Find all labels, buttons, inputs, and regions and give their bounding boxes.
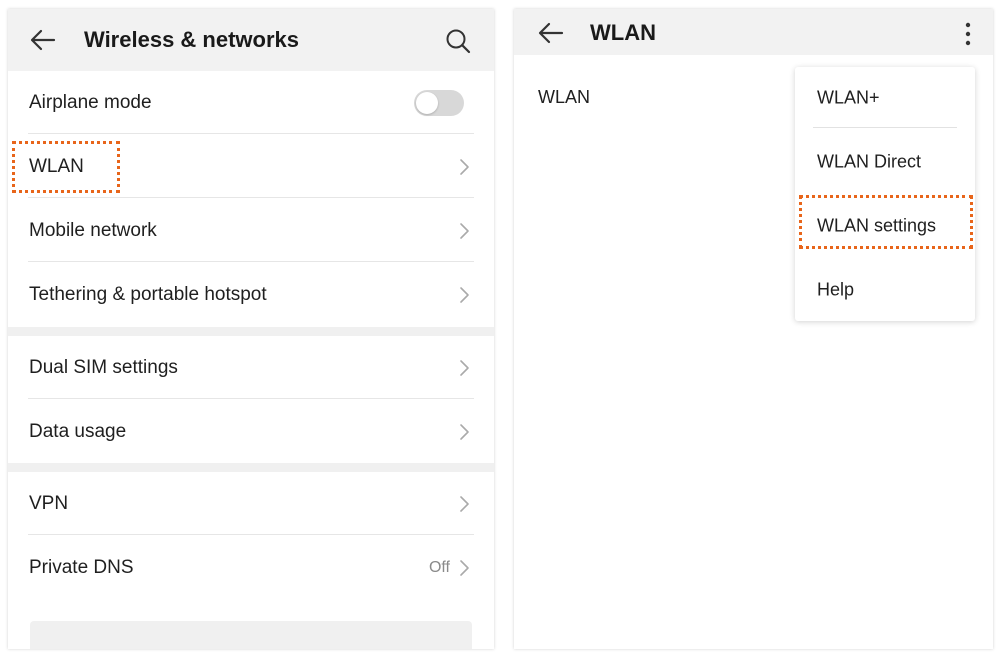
- airplane-mode-toggle[interactable]: [414, 89, 464, 116]
- section-separator: [8, 327, 494, 336]
- app-bar: WLAN: [514, 9, 993, 55]
- chevron-right-icon: [460, 495, 469, 512]
- settings-group-1: Airplane mode WLAN Mobile network Tether…: [8, 71, 494, 327]
- private-dns-value: Off: [428, 558, 450, 576]
- app-bar: Wireless & networks: [8, 9, 494, 71]
- data-usage-row[interactable]: Data usage: [8, 400, 494, 463]
- row-label: WLAN: [29, 155, 84, 177]
- tethering-hotspot-row[interactable]: Tethering & portable hotspot: [8, 263, 494, 326]
- more-vertical-icon[interactable]: [963, 21, 973, 47]
- chevron-right-icon: [460, 423, 469, 440]
- bottom-card: [30, 621, 472, 649]
- wireless-networks-screen: Wireless & networks Airplane mode WLAN M…: [8, 9, 494, 649]
- chevron-right-icon: [460, 158, 469, 175]
- menu-item-help[interactable]: Help: [795, 259, 975, 321]
- page-title: Wireless & networks: [84, 27, 299, 52]
- menu-item-label: WLAN+: [817, 87, 880, 108]
- row-label: Mobile network: [29, 219, 157, 241]
- row-label: VPN: [29, 492, 69, 514]
- airplane-mode-row[interactable]: Airplane mode: [8, 71, 494, 134]
- wlan-content-label: WLAN: [538, 87, 591, 107]
- chevron-right-icon: [460, 559, 469, 576]
- row-label: Private DNS: [29, 556, 134, 578]
- row-label: Dual SIM settings: [29, 356, 178, 378]
- wlan-screen: WLAN WLAN WLAN+ WLAN Direct WLAN setting…: [514, 9, 993, 649]
- divider: [813, 127, 957, 128]
- divider: [28, 398, 474, 399]
- arrow-left-icon[interactable]: [30, 28, 56, 52]
- settings-group-2: Dual SIM settings Data usage: [8, 336, 494, 463]
- arrow-left-icon[interactable]: [538, 21, 564, 45]
- wlan-row[interactable]: WLAN: [8, 135, 494, 198]
- menu-item-label: WLAN Direct: [817, 151, 922, 172]
- search-icon[interactable]: [444, 27, 472, 55]
- section-separator: [8, 463, 494, 472]
- vpn-row[interactable]: VPN: [8, 472, 494, 535]
- dual-sim-settings-row[interactable]: Dual SIM settings: [8, 336, 494, 399]
- private-dns-row[interactable]: Private DNS Off: [8, 536, 494, 599]
- menu-item-label: WLAN settings: [817, 215, 937, 236]
- row-label: Airplane mode: [29, 91, 152, 113]
- divider: [28, 197, 474, 198]
- divider: [28, 261, 474, 262]
- settings-group-3: VPN Private DNS Off: [8, 472, 494, 612]
- menu-item-label: Help: [817, 279, 855, 300]
- divider: [28, 534, 474, 535]
- menu-item-wlan-settings[interactable]: WLAN settings: [795, 195, 975, 257]
- chevron-right-icon: [460, 359, 469, 376]
- page-title: WLAN: [590, 20, 656, 45]
- menu-item-wlan-plus[interactable]: WLAN+: [795, 67, 975, 129]
- chevron-right-icon: [460, 286, 469, 303]
- overflow-menu: WLAN+ WLAN Direct WLAN settings Help: [795, 67, 975, 321]
- divider: [28, 133, 474, 134]
- menu-item-wlan-direct[interactable]: WLAN Direct: [795, 131, 975, 193]
- toggle-knob: [416, 91, 438, 114]
- mobile-network-row[interactable]: Mobile network: [8, 199, 494, 262]
- row-label: Tethering & portable hotspot: [29, 283, 267, 305]
- row-label: Data usage: [29, 420, 127, 442]
- chevron-right-icon: [460, 222, 469, 239]
